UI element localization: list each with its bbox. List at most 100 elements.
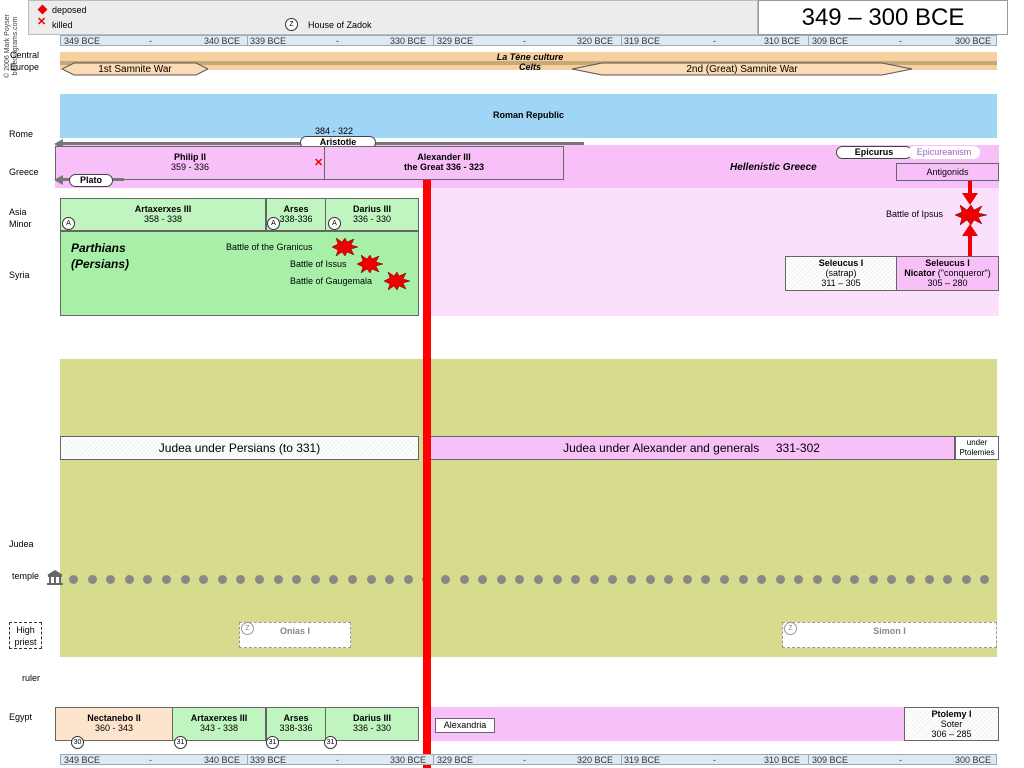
scale-label: -	[713, 755, 716, 765]
temple-dot	[534, 575, 543, 584]
battle-icon	[384, 272, 410, 290]
alexandria-box: Alexandria	[435, 718, 495, 733]
temple-dot	[646, 575, 655, 584]
temple-dot	[236, 575, 245, 584]
nectanebo-ii-box: Nectanebo II 360 - 343	[55, 707, 173, 741]
seleucus-satrap-box: Seleucus I (satrap) 311 – 305	[785, 256, 897, 291]
scale-label: 319 BCE	[624, 755, 661, 765]
temple-dot	[162, 575, 171, 584]
scale-label: -	[149, 755, 152, 765]
samnite-war-1-label: 1st Samnite War	[98, 64, 172, 75]
dynasty-31-icon: 31	[324, 736, 337, 749]
hellenistic-egypt-band	[428, 707, 904, 741]
scale-label: 329 BCE	[437, 36, 474, 46]
judea-under-persians-box: Judea under Persians (to 331)	[60, 436, 419, 460]
scale-label: 329 BCE	[437, 755, 474, 765]
scale-label: 320 BCE	[577, 755, 614, 765]
temple-dot	[553, 575, 562, 584]
antigonids-box: Antigonids	[896, 163, 999, 181]
battle-icon	[357, 255, 383, 273]
row-label-ruler: ruler	[22, 673, 41, 683]
scale-label: 339 BCE	[250, 755, 287, 765]
legend-panel	[28, 0, 758, 35]
temple-dot	[608, 575, 617, 584]
battle-icon	[332, 238, 358, 256]
killed-marker: ✕	[314, 157, 324, 169]
temple-dot	[515, 575, 524, 584]
dynasty-31-icon: 31	[266, 736, 279, 749]
temple-dot	[125, 575, 134, 584]
temple-dot	[292, 575, 301, 584]
achaemenid-icon: A	[267, 217, 280, 230]
seleucus-nicator-box: Seleucus I Nicator ("conqueror") 305 – 280	[896, 256, 999, 291]
temple-dot	[311, 575, 320, 584]
plato-label: Plato	[69, 174, 113, 187]
temple-dot	[590, 575, 599, 584]
scale-label: 320 BCE	[577, 36, 614, 46]
page-title: 349 – 300 BCE	[758, 0, 1008, 35]
temple-dot	[962, 575, 971, 584]
temple-dot	[441, 575, 450, 584]
temple-dot	[906, 575, 915, 584]
temple-dot	[757, 575, 766, 584]
temple-dot	[88, 575, 97, 584]
row-label-syria: Syria	[9, 270, 30, 280]
copyright: © 2006 Mark Poyser biblediagrams.com	[4, 14, 19, 78]
temple-dot	[776, 575, 785, 584]
killed-icon: ✕	[37, 16, 47, 28]
scale-divider	[247, 755, 248, 765]
ipsus-arrow-up	[962, 224, 978, 256]
scale-divider	[808, 36, 809, 46]
temple-dot	[385, 575, 394, 584]
row-label-judea: Judea	[9, 539, 34, 549]
legend-deposed: deposed	[52, 5, 87, 15]
row-label-temple: temple	[12, 571, 40, 581]
ptolemy-i-box: Ptolemy I Soter 306 – 285	[904, 707, 999, 741]
judea-under-ptolemies-box: under Ptolemies	[955, 436, 999, 460]
temple-dot	[329, 575, 338, 584]
roman-republic-label: Roman Republic	[492, 110, 564, 120]
temple-dot	[832, 575, 841, 584]
judea-band	[60, 359, 997, 657]
scale-divider	[433, 36, 434, 46]
battle-icon	[955, 205, 987, 225]
scale-label: 349 BCE	[64, 755, 101, 765]
plato-arrowhead	[54, 175, 63, 185]
temple-dot	[813, 575, 822, 584]
row-label-rome: Rome	[9, 129, 34, 139]
onias-i-box: Onias I	[239, 622, 351, 648]
scale-label: -	[336, 755, 339, 765]
scale-label: -	[336, 36, 339, 46]
row-label-greece: Greece	[9, 167, 39, 177]
zadok-icon: Z	[784, 622, 797, 635]
scale-label: -	[713, 36, 716, 46]
legend-killed: killed	[52, 20, 73, 30]
scale-divider	[247, 36, 248, 46]
scale-label: 339 BCE	[250, 36, 287, 46]
temple-dot	[367, 575, 376, 584]
temple-dot	[143, 575, 152, 584]
scale-label: 300 BCE	[955, 755, 992, 765]
row-label-asia-minor: Asia Minor	[9, 207, 32, 229]
scale-divider	[808, 755, 809, 765]
temple-dot	[980, 575, 989, 584]
row-label-high-priest: High priest	[9, 622, 42, 649]
scale-label: 310 BCE	[764, 36, 801, 46]
temple-dot	[460, 575, 469, 584]
temple-dot	[720, 575, 729, 584]
alexander-iii-box: Alexander III the Great 336 - 323	[324, 146, 564, 180]
scale-divider	[621, 36, 622, 46]
row-label-egypt: Egypt	[9, 712, 33, 722]
scale-divider	[433, 755, 434, 765]
zadok-icon: Z	[241, 622, 254, 635]
scale-label: -	[899, 755, 902, 765]
temple-dot	[181, 575, 190, 584]
temple-dot	[348, 575, 357, 584]
temple-dot	[106, 575, 115, 584]
scale-label: 310 BCE	[764, 755, 801, 765]
temple-dot	[69, 575, 78, 584]
temple-dot	[683, 575, 692, 584]
temple-dot	[943, 575, 952, 584]
simon-i-box: Simon I	[782, 622, 997, 648]
temple-dot	[664, 575, 673, 584]
